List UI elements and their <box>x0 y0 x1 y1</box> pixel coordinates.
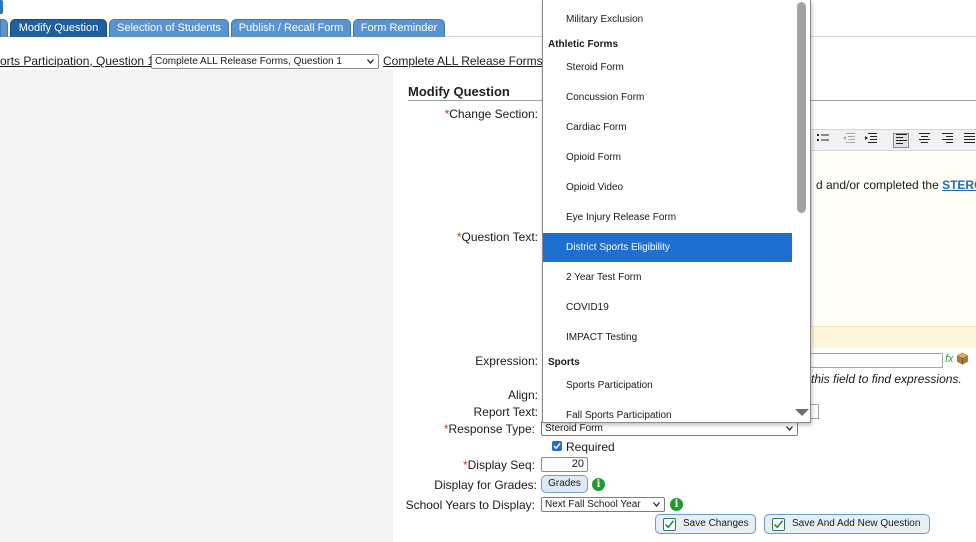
top-nav-stub[interactable] <box>0 0 3 14</box>
tab-previous[interactable] <box>0 19 8 37</box>
response-type-select[interactable]: Steroid Form <box>541 421 798 436</box>
info-icon[interactable]: i <box>670 498 683 511</box>
tab-selection-of-students[interactable]: Selection of Students <box>109 19 229 37</box>
question-text-label: *Question Text: <box>456 230 538 244</box>
dropdown-option[interactable]: Opioid Form <box>543 143 793 172</box>
dropdown-option[interactable]: Military Exclusion <box>543 5 793 34</box>
scroll-down-icon[interactable] <box>795 409 809 416</box>
save-and-add-button[interactable]: Save And Add New Question <box>764 514 930 534</box>
editor-link[interactable]: STEROID I <box>942 178 976 192</box>
tab-form-reminder[interactable]: Form Reminder <box>353 19 445 37</box>
align-justify-icon[interactable] <box>961 133 976 148</box>
question-navigation: orts Participation, Question 1 Complete … <box>0 53 976 70</box>
chevron-down-icon <box>786 426 793 431</box>
school-year-value: Next Fall School Year <box>545 499 641 510</box>
next-question-link[interactable]: Complete ALL Release Forms, <box>383 54 546 68</box>
left-pane <box>0 70 393 542</box>
question-select-value: Complete ALL Release Forms, Question 1 <box>155 56 342 67</box>
dropdown-option[interactable]: Concussion Form <box>543 83 793 112</box>
chevron-down-icon <box>367 59 374 64</box>
dropdown-option[interactable]: IMPACT Testing <box>543 323 793 352</box>
section-dropdown-list[interactable]: Military Exclusion Athletic Forms Steroi… <box>542 0 811 423</box>
align-left-icon[interactable] <box>893 133 909 148</box>
cube-icon[interactable] <box>956 352 969 365</box>
dropdown-option-selected[interactable]: District Sports Eligibility <box>543 233 793 262</box>
tab-modify-question[interactable]: Modify Question <box>10 19 107 37</box>
display-for-grades-label: Display for Grades: <box>434 478 537 492</box>
tab-bar: Modify Question Selection of Students Pu… <box>0 19 976 37</box>
question-select[interactable]: Complete ALL Release Forms, Question 1 <box>151 54 379 69</box>
expression-hint: this field to find expressions. <box>811 372 962 386</box>
dropdown-option[interactable]: Cardiac Form <box>543 113 793 142</box>
outdent-icon[interactable] <box>841 133 857 148</box>
editor-toolbar <box>811 129 976 151</box>
save-changes-button[interactable]: Save Changes <box>655 514 756 534</box>
checkmark-icon <box>553 443 561 450</box>
editor-status-strip <box>811 326 976 348</box>
dropdown-group-label: Athletic Forms <box>548 39 619 50</box>
dropdown-option[interactable]: Opioid Video <box>543 173 793 202</box>
save-changes-label: Save Changes <box>683 518 749 529</box>
dropdown-option[interactable]: Sports Participation <box>543 371 793 400</box>
save-and-add-label: Save And Add New Question <box>792 518 921 529</box>
report-text-label: Report Text: <box>473 405 538 419</box>
display-seq-label: *Display Seq: <box>462 458 535 472</box>
response-type-label: *Response Type: <box>443 422 535 436</box>
checkmark-icon <box>772 518 785 531</box>
align-right-icon[interactable] <box>939 133 955 148</box>
prev-question-link[interactable]: orts Participation, Question 1 <box>0 54 154 68</box>
dropdown-option[interactable]: Steroid Form <box>543 53 793 82</box>
editor-content: d and/or completed the STEROID I <box>816 178 976 192</box>
grades-button[interactable]: Grades <box>541 475 588 493</box>
expression-input[interactable] <box>811 353 943 368</box>
dropdown-option[interactable]: Eye Injury Release Form <box>543 203 793 232</box>
checkmark-icon <box>663 518 676 531</box>
align-label: Align: <box>507 388 538 402</box>
dropdown-option[interactable]: 2 Year Test Form <box>543 263 793 292</box>
bullet-list-icon[interactable] <box>815 133 831 148</box>
dropdown-scrollbar[interactable] <box>792 0 810 422</box>
dropdown-option[interactable]: Fall Sports Participation <box>543 401 793 422</box>
fx-icon[interactable]: fx <box>945 353 954 365</box>
tab-publish-recall-form[interactable]: Publish / Recall Form <box>231 19 351 37</box>
required-label: Required <box>566 440 615 454</box>
expression-label: Expression: <box>475 354 538 368</box>
form-title: Modify Question <box>408 84 510 99</box>
align-center-icon[interactable] <box>916 133 932 148</box>
info-icon[interactable]: i <box>592 478 605 491</box>
report-text-input[interactable] <box>811 404 819 419</box>
school-year-select[interactable]: Next Fall School Year <box>541 497 665 512</box>
dropdown-group-label: Sports <box>548 357 580 368</box>
school-years-label: School Years to Display: <box>405 498 535 512</box>
scrollbar-thumb[interactable] <box>797 2 806 213</box>
dropdown-option[interactable]: COVID19 <box>543 293 793 322</box>
indent-icon[interactable] <box>863 133 879 148</box>
required-checkbox[interactable] <box>552 441 562 451</box>
change-section-label: *Change Section: <box>444 107 538 121</box>
response-type-value: Steroid Form <box>545 423 603 434</box>
chevron-down-icon <box>653 502 660 507</box>
display-seq-input[interactable]: 20 <box>541 457 588 472</box>
